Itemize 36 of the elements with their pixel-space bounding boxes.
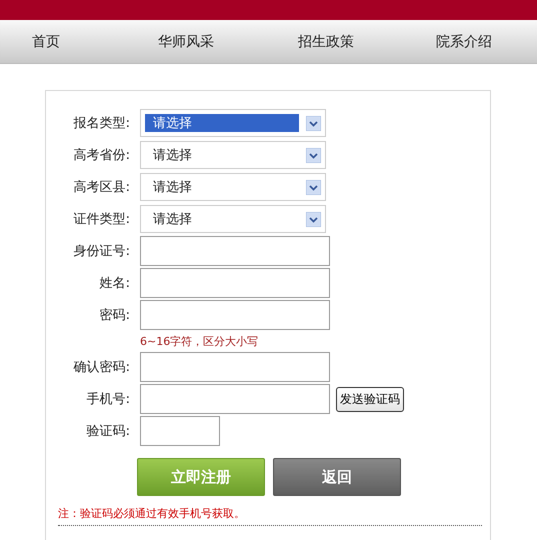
field-label: 报名类型:	[72, 115, 130, 132]
send-code-button[interactable]: 发送验证码	[336, 386, 404, 412]
select-value: 请选择	[145, 114, 299, 132]
select-value: 请选择	[152, 179, 193, 196]
select-field[interactable]: 请选择	[140, 141, 326, 169]
select-value: 请选择	[152, 147, 193, 164]
dropdown-arrow-icon	[306, 212, 321, 226]
field-label: 验证码:	[86, 423, 130, 440]
field-label: 姓名:	[98, 275, 130, 292]
dropdown-arrow-icon	[306, 180, 321, 194]
input-field[interactable]	[140, 236, 330, 266]
select-value: 请选择	[152, 211, 193, 228]
nav-link[interactable]: 招生政策	[298, 32, 354, 50]
nav-link[interactable]: 华师风采	[158, 32, 214, 50]
nav-link[interactable]: 院系介绍	[436, 32, 492, 50]
input-field[interactable]	[140, 384, 330, 414]
field-label: 密码:	[98, 307, 130, 324]
input-field[interactable]	[140, 352, 330, 382]
back-button[interactable]: 返回	[273, 458, 401, 496]
select-field[interactable]: 请选择	[140, 109, 326, 137]
select-field[interactable]: 请选择	[140, 205, 326, 233]
nav-link[interactable]: 首页	[32, 32, 60, 50]
select-field[interactable]: 请选择	[140, 173, 326, 201]
field-label: 手机号:	[86, 391, 130, 408]
dropdown-arrow-icon	[306, 116, 321, 130]
field-label: 高考区县:	[72, 179, 130, 196]
note-text: 注：验证码必须通过有效手机号获取。	[58, 506, 482, 526]
input-field[interactable]	[140, 268, 330, 298]
field-label: 证件类型:	[72, 211, 130, 228]
input-field[interactable]	[140, 416, 220, 446]
field-label: 身份证号:	[72, 243, 130, 260]
dropdown-arrow-icon	[306, 148, 321, 162]
input-field[interactable]	[140, 300, 330, 330]
field-label: 高考省份:	[72, 147, 130, 164]
field-label: 确认密码:	[72, 359, 130, 376]
hint-text: 6~16字符，区分大小写	[140, 334, 260, 350]
